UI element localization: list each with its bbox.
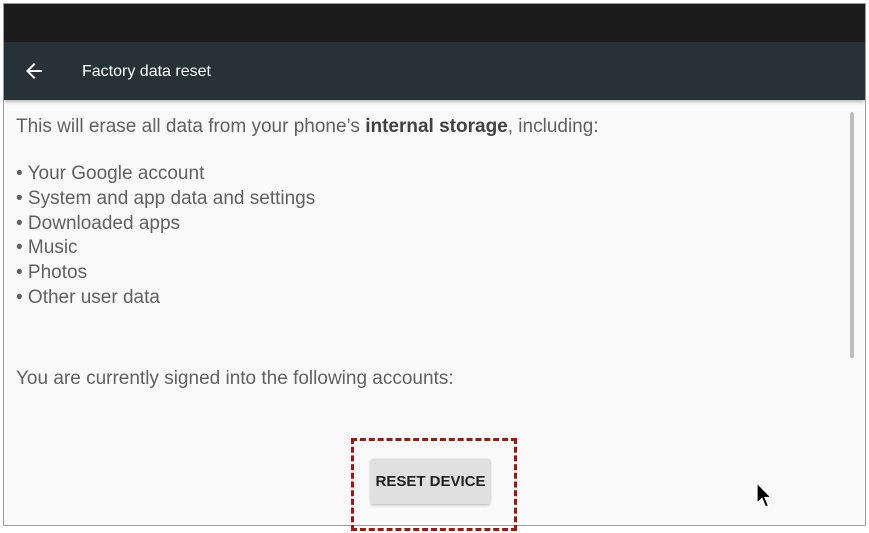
erase-list: • Your Google account • System and app d… (16, 162, 841, 311)
app-bar: Factory data reset (4, 42, 865, 100)
scrollbar[interactable] (850, 112, 854, 358)
arrow-back-icon[interactable] (22, 59, 46, 83)
reset-description: This will erase all data from your phone… (16, 114, 841, 311)
mouse-cursor-icon (756, 482, 772, 508)
page-title: Factory data reset (82, 63, 211, 80)
intro-text: This will erase all data from your phone… (16, 114, 841, 140)
signed-in-accounts-text: You are currently signed into the follow… (16, 368, 454, 389)
list-item: • Downloaded apps (16, 212, 181, 234)
reset-device-button[interactable]: RESET DEVICE (371, 459, 490, 504)
android-screen: Factory data reset This will erase all d… (3, 3, 866, 526)
intro-bold: internal storage (365, 116, 508, 137)
list-item: • Your Google account (16, 163, 205, 184)
list-item: • System and app data and settings (16, 187, 316, 209)
status-bar (4, 4, 865, 42)
list-item: • Other user data (16, 286, 160, 308)
intro-suffix: , including: (507, 116, 599, 137)
arrow-back-icon-graphic (26, 63, 42, 79)
list-item: • Photos (16, 262, 88, 284)
list-item: • Music (16, 237, 78, 259)
intro-prefix: This will erase all data from your phone… (16, 116, 366, 137)
